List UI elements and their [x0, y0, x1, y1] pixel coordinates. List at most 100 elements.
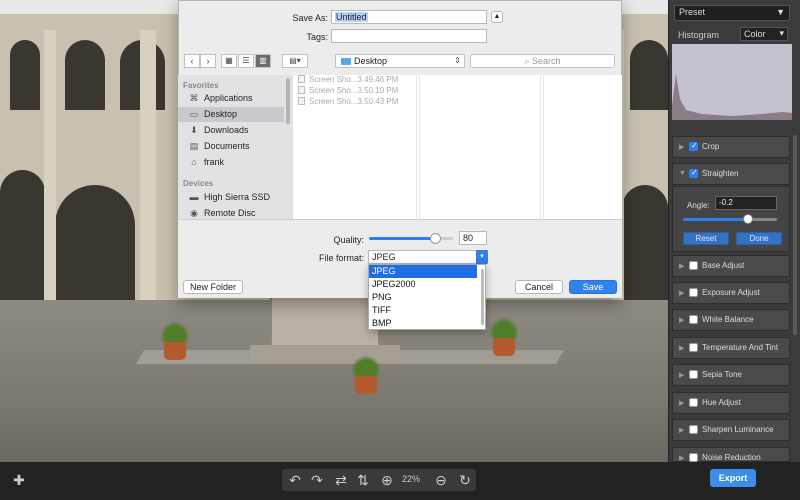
- list-view-icon[interactable]: ☰: [238, 54, 254, 68]
- panel-checkbox[interactable]: [689, 261, 698, 270]
- reset-button[interactable]: Reset: [683, 232, 729, 245]
- quality-slider[interactable]: [369, 233, 453, 244]
- disclosure-closed-icon[interactable]: ▶: [679, 426, 684, 434]
- quality-input[interactable]: 80: [459, 231, 487, 245]
- disclosure-closed-icon[interactable]: ▶: [679, 289, 684, 297]
- disclosure-closed-icon[interactable]: ▶: [679, 371, 684, 379]
- inspector-scrollbar[interactable]: [793, 135, 797, 335]
- chevron-up-icon[interactable]: ▲: [491, 11, 503, 23]
- forward-button[interactable]: ›: [200, 54, 216, 68]
- zoom-out-icon[interactable]: ⊖: [430, 470, 452, 490]
- file-item[interactable]: Screen Sho...3.49.46 PM: [298, 75, 398, 86]
- adjust-panel[interactable]: ▶ Temperature And Tint: [672, 337, 790, 359]
- panel-checkbox[interactable]: [689, 453, 698, 462]
- search-field[interactable]: ⌕ Search: [470, 54, 615, 68]
- disclosure-closed-icon[interactable]: ▶: [679, 344, 684, 352]
- panel-checkbox[interactable]: [689, 398, 698, 407]
- adjust-panel[interactable]: ▶ Exposure Adjust: [672, 282, 790, 304]
- adjust-panel[interactable]: ▼ Straighten: [672, 163, 790, 185]
- sidebar-item[interactable]: ⬇ Downloads: [178, 123, 284, 138]
- column-divider[interactable]: [540, 75, 541, 219]
- rotate-right-icon[interactable]: ↷: [306, 470, 328, 490]
- column-divider[interactable]: [419, 75, 420, 219]
- disclosure-closed-icon[interactable]: ▶: [679, 316, 684, 324]
- save-as-field[interactable]: Untitled: [331, 10, 487, 24]
- tags-field[interactable]: [331, 29, 487, 43]
- export-button[interactable]: Export: [710, 469, 756, 487]
- histogram-mode-select[interactable]: Color ▾: [740, 27, 788, 41]
- histogram-label: Histogram: [678, 30, 720, 40]
- flip-vertical-icon[interactable]: ⇅: [352, 470, 374, 490]
- plus-icon[interactable]: ✚: [8, 470, 30, 490]
- angle-input[interactable]: -0.2: [715, 196, 777, 210]
- chevron-updown-icon: ⇕: [454, 56, 461, 65]
- menu-scrollbar[interactable]: [481, 269, 484, 325]
- panel-checkbox[interactable]: [689, 425, 698, 434]
- save-button[interactable]: Save: [569, 280, 617, 294]
- devices-heading: Devices: [183, 179, 214, 188]
- histogram-mode-value: Color: [744, 29, 766, 39]
- panel-label: Sepia Tone: [702, 370, 742, 379]
- sidebar-item[interactable]: ▭ Desktop: [178, 107, 284, 122]
- preset-label: Preset: [679, 7, 706, 17]
- adjust-panel[interactable]: ▶ Noise Reduction: [672, 447, 790, 462]
- back-button[interactable]: ‹: [184, 54, 200, 68]
- preset-select[interactable]: Preset ▼: [674, 5, 790, 21]
- gallery-view-icon[interactable]: ▤▾: [282, 54, 308, 68]
- adjust-panel[interactable]: ▶ Hue Adjust: [672, 392, 790, 414]
- new-folder-button[interactable]: New Folder: [183, 280, 243, 294]
- disclosure-closed-icon[interactable]: ▶: [679, 399, 684, 407]
- icon-view-icon[interactable]: ▦: [221, 54, 237, 68]
- file-item[interactable]: Screen Sho...3.50.10 PM: [298, 86, 398, 97]
- panel-checkbox[interactable]: [689, 343, 698, 352]
- app-window: Preset ▼ Histogram Color ▾ ▶ Crop ▼ Straigh…: [0, 0, 800, 500]
- panel-label: Base Adjust: [702, 261, 745, 270]
- panel-checkbox[interactable]: [689, 168, 698, 178]
- zoom-in-icon[interactable]: ⊕: [376, 470, 398, 490]
- adjust-panel[interactable]: ▶ Sepia Tone: [672, 364, 790, 386]
- save-as-value: Untitled: [335, 12, 368, 22]
- downloads-icon: ⬇: [190, 125, 198, 135]
- sidebar-item[interactable]: ⌘ Applications: [178, 91, 284, 106]
- reset-icon[interactable]: ↻: [454, 470, 476, 490]
- panel-checkbox[interactable]: [689, 370, 698, 379]
- disclosure-closed-icon[interactable]: ▶: [679, 262, 684, 270]
- adjust-panel[interactable]: ▶ Crop: [672, 136, 790, 158]
- format-option[interactable]: BMP: [369, 317, 477, 330]
- format-option[interactable]: TIFF: [369, 304, 477, 317]
- done-button[interactable]: Done: [736, 232, 782, 245]
- angle-slider-knob[interactable]: [743, 214, 754, 224]
- flip-horizontal-icon[interactable]: ⇄: [330, 470, 352, 490]
- angle-slider[interactable]: [683, 214, 777, 224]
- cancel-button[interactable]: Cancel: [515, 280, 563, 294]
- zoom-level: 22%: [402, 474, 421, 484]
- sidebar-device-label: Remote Disc: [204, 208, 256, 218]
- disclosure-open-icon[interactable]: ▼: [679, 170, 686, 177]
- sidebar-item[interactable]: ▤ Documents: [178, 139, 284, 154]
- format-option[interactable]: PNG: [369, 291, 477, 304]
- panel-checkbox[interactable]: [689, 288, 698, 297]
- panel-checkbox[interactable]: [689, 141, 698, 151]
- chevron-down-icon[interactable]: ▾: [476, 250, 488, 264]
- disclosure-closed-icon[interactable]: ▶: [679, 143, 684, 151]
- documents-icon: ▤: [189, 141, 199, 151]
- format-option[interactable]: JPEG2000: [369, 278, 477, 291]
- sidebar-device[interactable]: ▬ High Sierra SSD: [178, 190, 284, 205]
- rotate-left-icon[interactable]: ↶: [284, 470, 306, 490]
- file-format-select[interactable]: JPEG ▾: [368, 250, 488, 264]
- column-divider[interactable]: [416, 75, 417, 219]
- adjust-panel[interactable]: ▶ Sharpen Luminance: [672, 419, 790, 441]
- sidebar-device-label: High Sierra SSD: [204, 192, 271, 202]
- adjust-panel[interactable]: ▶ White Balance: [672, 309, 790, 331]
- location-select[interactable]: Desktop ⇕: [335, 54, 465, 68]
- column-view-icon[interactable]: ▥: [255, 54, 271, 68]
- panel-label: Hue Adjust: [702, 398, 741, 407]
- disclosure-closed-icon[interactable]: ▶: [679, 454, 684, 462]
- adjust-panel[interactable]: ▶ Base Adjust: [672, 255, 790, 277]
- format-option[interactable]: JPEG: [369, 265, 477, 278]
- sidebar-item[interactable]: ⌂ frank: [178, 155, 284, 170]
- panel-checkbox[interactable]: [689, 315, 698, 324]
- sidebar-scrollbar[interactable]: [286, 78, 290, 124]
- column-divider[interactable]: [543, 75, 544, 219]
- file-item[interactable]: Screen Sho...3.50.43 PM: [298, 97, 398, 108]
